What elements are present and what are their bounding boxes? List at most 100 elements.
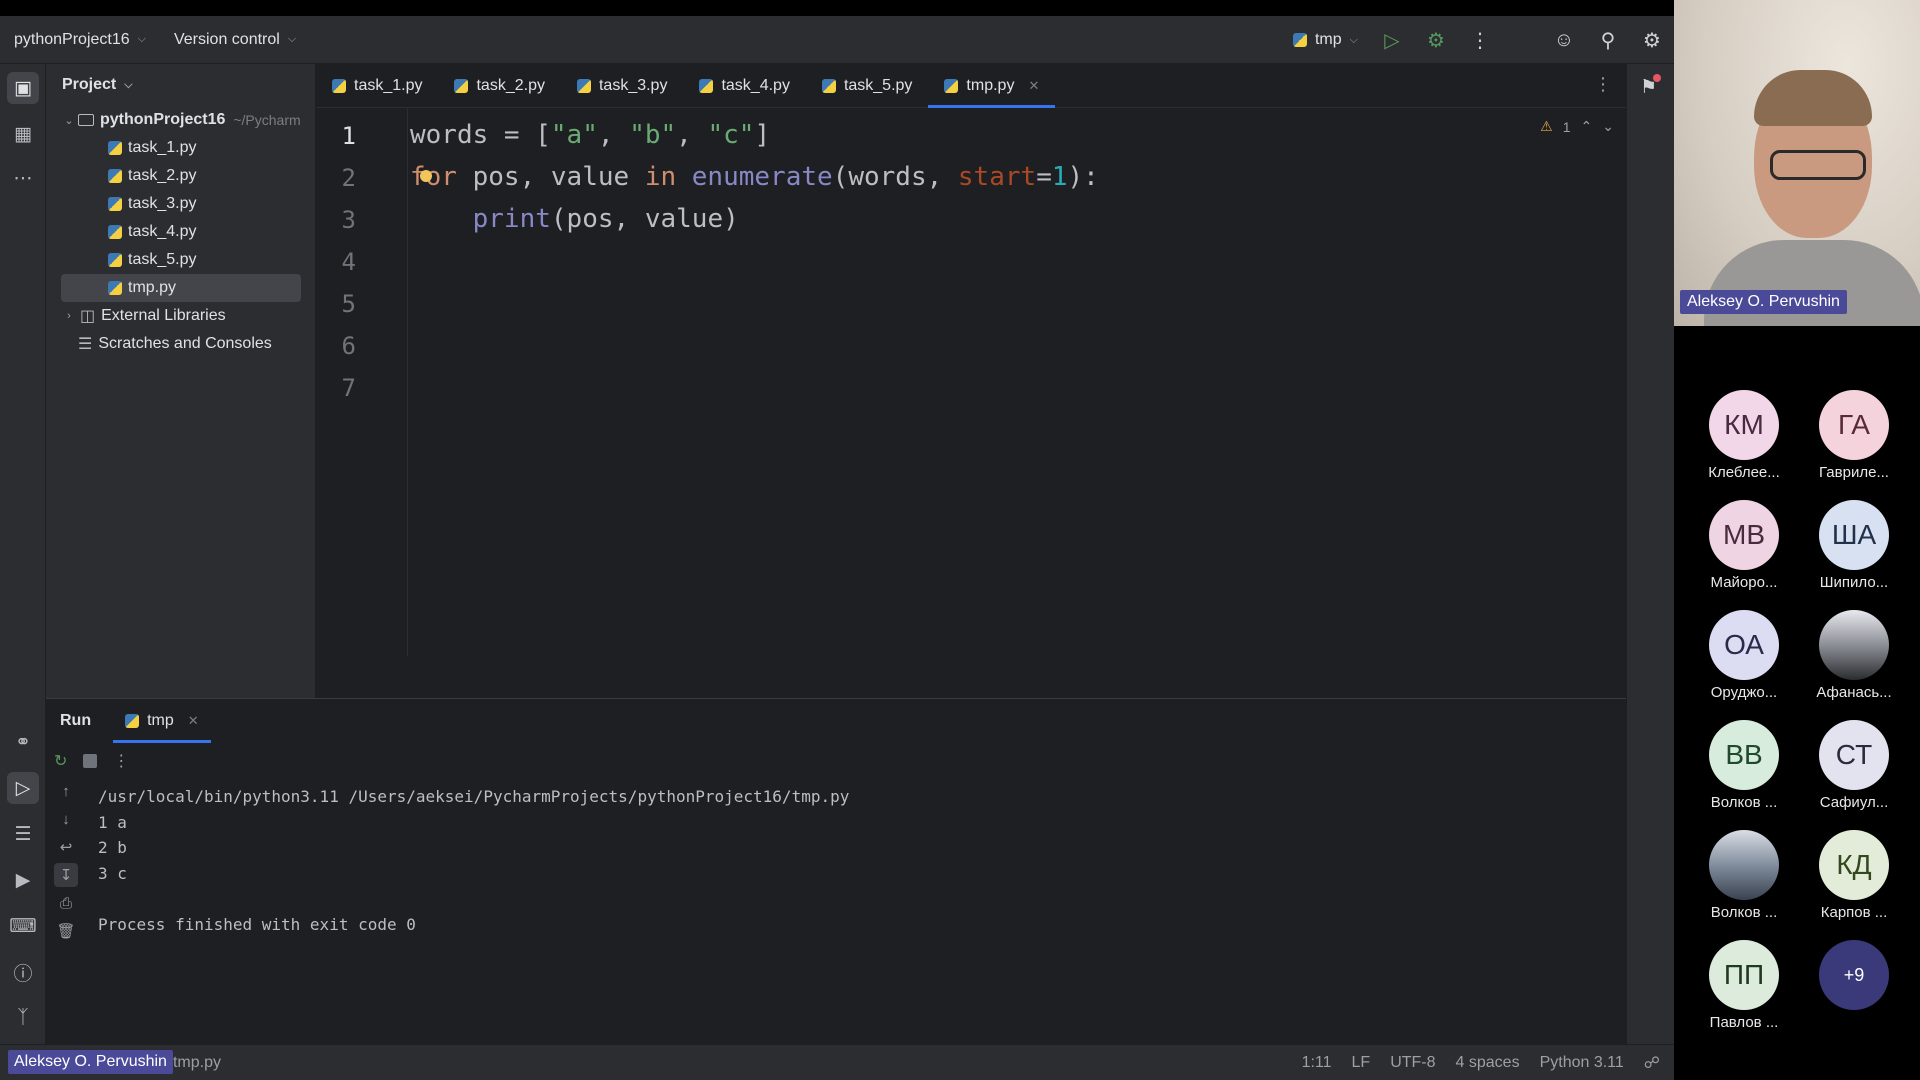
participant-tile[interactable]: Волков ... — [1689, 830, 1799, 930]
notification-dot — [1653, 74, 1662, 82]
tree-file[interactable]: task_3.py — [46, 190, 315, 218]
participant-tile[interactable]: ПП Павлов ... — [1689, 940, 1799, 1040]
participant-tile[interactable]: МВ Майоро... — [1689, 500, 1799, 600]
participant-name: Гавриле... — [1819, 464, 1889, 481]
stop-icon[interactable] — [83, 754, 98, 768]
project-switcher[interactable]: pythonProject16 ⌵ — [0, 16, 160, 63]
soft-wrap-icon[interactable]: ↩ — [54, 835, 78, 859]
console-line: 1 a — [98, 812, 127, 832]
more-participants-badge: +9 — [1819, 940, 1889, 1010]
more-participants[interactable]: +9 — [1799, 940, 1909, 1040]
file-name: task_4.py — [128, 223, 197, 240]
participant-tile[interactable]: СТ Сафиул... — [1799, 720, 1909, 820]
tree-file[interactable]: task_1.py — [46, 134, 315, 162]
rerun-icon[interactable]: ↻ — [54, 751, 67, 771]
layers-icon[interactable]: ☰ — [7, 818, 39, 850]
console-output[interactable]: /usr/local/bin/python3.11 /Users/aeksei/… — [98, 787, 849, 940]
tab-task-1[interactable]: task_1.py — [316, 64, 438, 107]
tab-label: task_2.py — [476, 76, 545, 94]
tree-file[interactable]: task_5.py — [46, 246, 315, 274]
services-icon[interactable]: ▶ — [7, 864, 39, 896]
tree-external-libraries[interactable]: › ◫ External Libraries — [46, 302, 315, 330]
participant-tile[interactable]: Афанась... — [1799, 610, 1909, 710]
settings-icon[interactable]: ⚙ — [1630, 16, 1674, 64]
participant-name: Шипило... — [1819, 574, 1889, 591]
project-folder-icon[interactable]: ▣ — [7, 72, 39, 104]
participant-tile[interactable]: ША Шипило... — [1799, 500, 1909, 600]
code-line-2: for pos, value in enumerate(words, start… — [410, 162, 1099, 192]
python-file-icon — [576, 78, 591, 93]
participant-tile[interactable]: ГА Гавриле... — [1799, 390, 1909, 490]
more-actions-icon[interactable]: ⋮ — [1458, 16, 1502, 64]
participant-name: Карпов ... — [1820, 904, 1888, 921]
tree-root[interactable]: ⌄ pythonProject16 ~/Pycharm — [46, 106, 315, 134]
indent-setting[interactable]: 4 spaces — [1456, 1054, 1520, 1072]
chevron-up-icon[interactable]: ⌃ — [1581, 118, 1593, 135]
python-console-icon[interactable]: ⚭ — [7, 726, 39, 758]
arrow-down-icon[interactable]: ↓ — [54, 807, 78, 831]
tree-file[interactable]: task_4.py — [46, 218, 315, 246]
folder-icon — [78, 114, 94, 126]
file-name: task_5.py — [128, 251, 197, 268]
project-panel-title: Project — [62, 76, 117, 93]
debug-icon[interactable]: ⚙ — [1414, 16, 1458, 64]
tab-label: tmp.py — [966, 76, 1015, 94]
more-actions-icon[interactable]: ⋮ — [113, 751, 129, 771]
breadcrumb-file[interactable]: tmp.py — [173, 1054, 221, 1072]
participant-tile[interactable]: КМ Клеблее... — [1689, 390, 1799, 490]
print-icon[interactable]: ⎙ — [54, 891, 78, 915]
tabs-more-icon[interactable]: ⋮ — [1594, 74, 1612, 95]
tree-scratches[interactable]: ☰ Scratches and Consoles — [46, 330, 315, 358]
participant-tile[interactable]: ВВ Волков ... — [1689, 720, 1799, 820]
scroll-to-end-icon[interactable]: ↧ — [54, 863, 78, 887]
problems-icon[interactable]: ⓘ — [7, 956, 39, 988]
root-path: ~/Pycharm — [233, 112, 301, 128]
run-panel: Run tmp ✕ ↻ ⋮ ↑ ↓ ↩ ↧ ⎙ 🗑 /usr/local/bin… — [46, 698, 1626, 1044]
python-file-icon — [699, 78, 714, 93]
tab-task-3[interactable]: task_3.py — [561, 64, 683, 107]
title-bar: pythonProject16 ⌵ Version control ⌵ tmp … — [0, 16, 1674, 64]
code-token: (pos, value) — [550, 204, 739, 234]
run-tab-tmp[interactable]: tmp ✕ — [113, 699, 211, 743]
lock-icon[interactable]: ☍ — [1644, 1053, 1660, 1073]
close-icon[interactable]: ✕ — [1028, 78, 1039, 94]
add-user-icon[interactable]: ☺ — [1542, 16, 1586, 64]
tab-task-5[interactable]: task_5.py — [806, 64, 928, 107]
close-icon[interactable]: ✕ — [188, 713, 199, 729]
tab-task-2[interactable]: task_2.py — [438, 64, 560, 107]
python-file-icon — [332, 78, 346, 93]
notifications-bell-icon[interactable]: ⚑ — [1640, 74, 1662, 99]
tree-file[interactable]: task_2.py — [46, 162, 315, 190]
arrow-up-icon[interactable]: ↑ — [54, 779, 78, 803]
tab-tmp[interactable]: tmp.py ✕ — [928, 64, 1056, 108]
python-interpreter[interactable]: Python 3.11 — [1540, 1054, 1624, 1072]
speaker-name-tag: Aleksey O. Pervushin — [1680, 290, 1847, 314]
run-config-selector[interactable]: tmp ⌵ — [1281, 31, 1370, 49]
participant-tile[interactable]: ОА Оруджо... — [1689, 610, 1799, 710]
project-panel-header[interactable]: Project ⌵ — [46, 64, 315, 106]
tree-file-selected[interactable]: tmp.py — [61, 274, 301, 302]
terminal-icon[interactable]: ⌨ — [7, 910, 39, 942]
structure-icon[interactable]: ▦ — [7, 118, 39, 150]
participant-tile[interactable]: КД Карпов ... — [1799, 830, 1909, 930]
search-icon[interactable]: ⚲ — [1586, 16, 1630, 64]
chevron-down-icon: ⌵ — [137, 33, 146, 45]
trash-icon[interactable]: 🗑 — [54, 919, 78, 943]
more-tools-icon[interactable]: ⋯ — [7, 162, 39, 194]
file-encoding[interactable]: UTF-8 — [1390, 1054, 1435, 1072]
chevron-down-icon[interactable]: ⌄ — [1602, 118, 1614, 135]
line-separator[interactable]: LF — [1352, 1054, 1371, 1072]
lightbulb-icon[interactable] — [420, 170, 432, 182]
root-name: pythonProject16 — [100, 111, 226, 128]
code-editor[interactable]: 1 2 3 4 5 6 7 words = ["a", "b", "c"] fo… — [316, 108, 1626, 656]
run-tool-icon[interactable]: ▷ — [7, 772, 39, 804]
tab-task-4[interactable]: task_4.py — [683, 64, 805, 107]
line-number: 1 — [341, 122, 356, 150]
run-icon[interactable]: ▷ — [1370, 16, 1414, 64]
caret-position[interactable]: 1:11 — [1302, 1054, 1332, 1072]
vcs-menu[interactable]: Version control ⌵ — [160, 16, 310, 63]
avatar: ША — [1819, 500, 1889, 570]
inspection-widget[interactable]: ⚠ 1 ⌃ ⌄ — [1540, 118, 1614, 135]
git-icon[interactable]: ᛉ — [7, 1002, 39, 1034]
